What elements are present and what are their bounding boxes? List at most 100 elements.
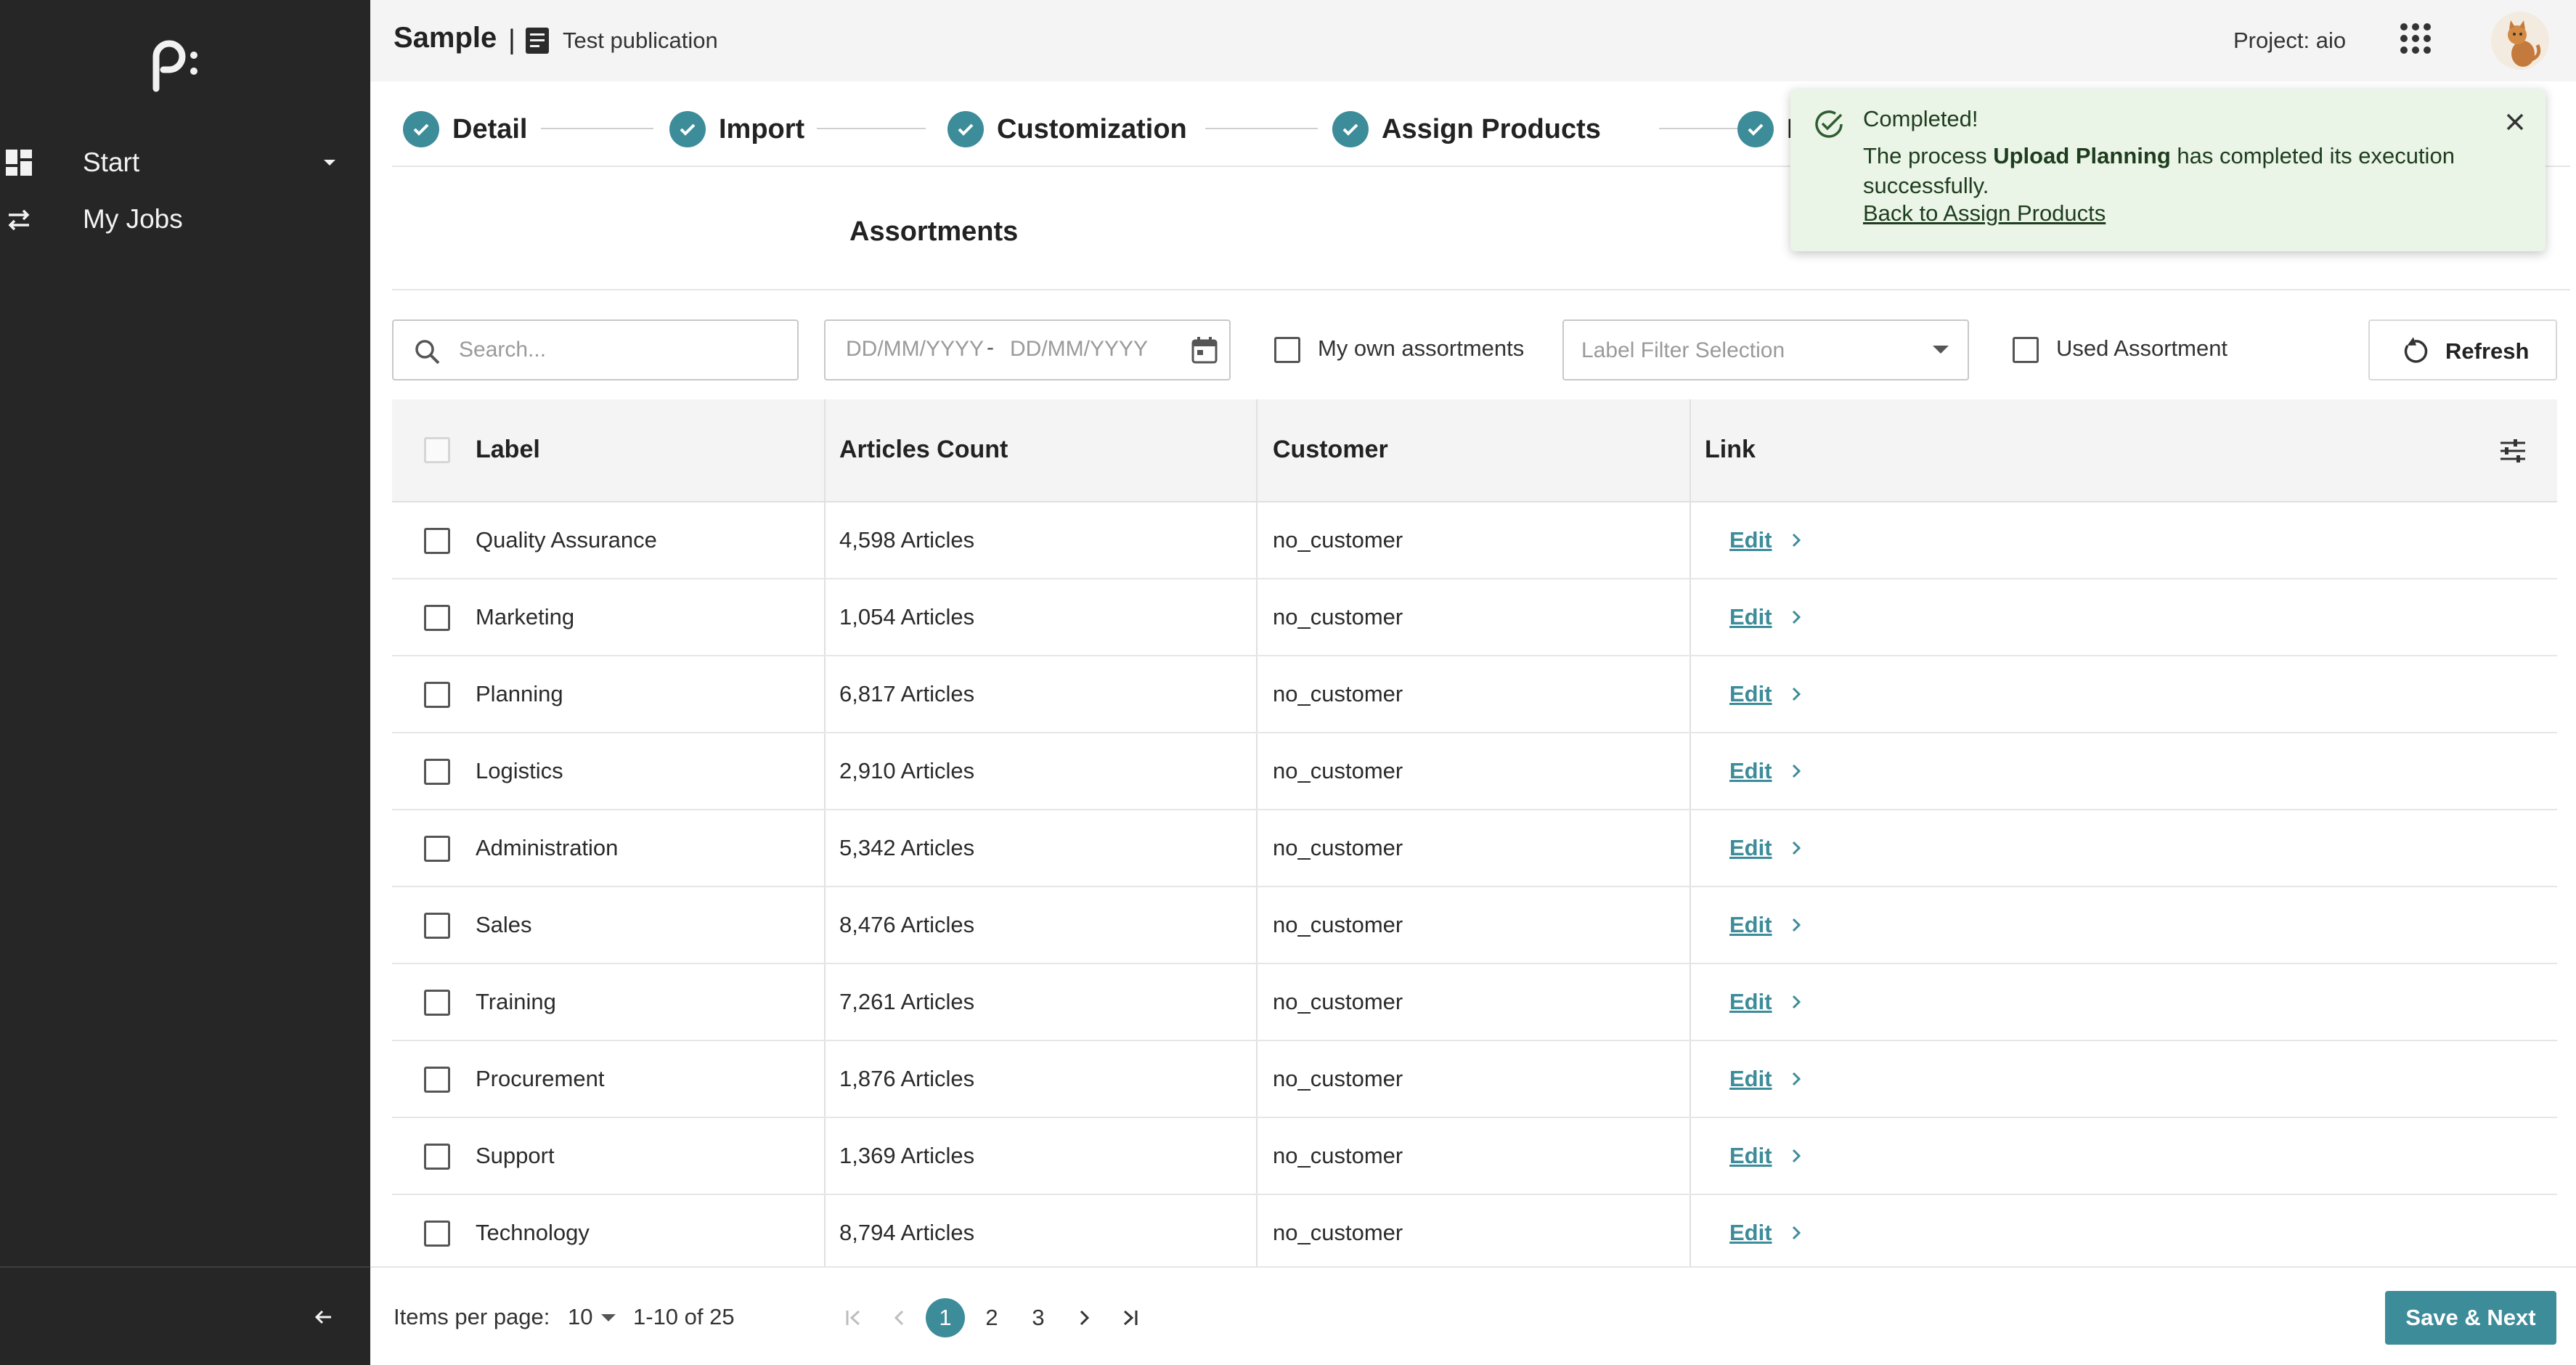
column-header-label[interactable]: Label	[476, 436, 540, 464]
chevron-right-icon[interactable]	[1786, 915, 1806, 935]
chevron-right-icon[interactable]	[1786, 530, 1806, 550]
step-customization[interactable]: Customization	[947, 107, 1187, 151]
date-start-placeholder[interactable]: DD/MM/YYYY	[846, 337, 984, 362]
edit-link[interactable]: Edit	[1729, 835, 1772, 861]
items-per-page-label: Items per page:	[394, 1304, 550, 1329]
cell-articles-count: 1,054 Articles	[839, 604, 975, 629]
page-1-button[interactable]: 1	[926, 1298, 965, 1337]
table-row: Training 7,261 Articles no_customer Edit	[392, 964, 2557, 1041]
caret-down-icon	[324, 160, 335, 166]
table-row: Technology 8,794 Articles no_customer Ed…	[392, 1195, 2557, 1272]
row-checkbox[interactable]	[424, 682, 450, 708]
top-header: Sample | Test publication Project: aio	[370, 0, 2576, 81]
date-end-placeholder[interactable]: DD/MM/YYYY	[1010, 337, 1148, 362]
nav-label-my-jobs: My Jobs	[83, 204, 183, 234]
edit-link[interactable]: Edit	[1729, 527, 1772, 553]
last-page-button[interactable]	[1112, 1300, 1149, 1336]
step-next[interactable]: I	[1737, 107, 1795, 151]
row-checkbox[interactable]	[424, 913, 450, 939]
row-checkbox[interactable]	[424, 605, 450, 631]
cell-articles-count: 1,876 Articles	[839, 1066, 975, 1091]
chevron-left-icon	[894, 1310, 904, 1326]
step-assign-products[interactable]: Assign Products	[1332, 107, 1601, 151]
edit-link[interactable]: Edit	[1729, 1220, 1772, 1246]
avatar[interactable]	[2491, 12, 2549, 70]
chevron-right-icon[interactable]	[1786, 838, 1806, 858]
edit-link[interactable]: Edit	[1729, 758, 1772, 784]
first-page-icon	[846, 1310, 860, 1326]
date-range-field[interactable]: DD/MM/YYYY - DD/MM/YYYY	[824, 319, 1231, 380]
next-page-button[interactable]	[1066, 1300, 1102, 1336]
nav-item-my-jobs[interactable]: My Jobs	[0, 192, 370, 247]
used-assortment-checkbox[interactable]	[2013, 337, 2039, 363]
chevron-right-icon[interactable]	[1786, 1223, 1806, 1243]
nav-label-start: Start	[83, 147, 140, 177]
row-checkbox[interactable]	[424, 1067, 450, 1093]
step-import[interactable]: Import	[669, 107, 804, 151]
step-connector	[1205, 128, 1318, 129]
edit-link[interactable]: Edit	[1729, 912, 1772, 938]
step-detail[interactable]: Detail	[403, 107, 527, 151]
success-toast: Completed! The process Upload Planning h…	[1790, 89, 2546, 251]
apps-grid-icon[interactable]	[2399, 22, 2432, 55]
edit-link[interactable]: Edit	[1729, 1143, 1772, 1169]
refresh-button[interactable]: Refresh	[2368, 319, 2557, 380]
dropdown-arrow-icon	[601, 1314, 616, 1321]
back-to-assign-products-link[interactable]: Back to Assign Products	[1863, 200, 2106, 227]
chevron-right-icon[interactable]	[1786, 607, 1806, 627]
cell-articles-count: 7,261 Articles	[839, 989, 975, 1014]
chevron-right-icon[interactable]	[1786, 1146, 1806, 1166]
row-checkbox[interactable]	[424, 990, 450, 1016]
column-header-link[interactable]: Link	[1705, 436, 1756, 464]
items-per-page-select[interactable]: 10	[568, 1301, 621, 1333]
edit-link[interactable]: Edit	[1729, 989, 1772, 1015]
refresh-icon	[2404, 337, 2428, 363]
column-header-articles-count[interactable]: Articles Count	[839, 436, 1008, 464]
check-icon	[669, 111, 706, 147]
nav-item-start[interactable]: Start	[0, 135, 370, 190]
edit-link[interactable]: Edit	[1729, 604, 1772, 630]
cell-customer: no_customer	[1273, 989, 1403, 1014]
table-row: Marketing 1,054 Articles no_customer Edi…	[392, 579, 2557, 656]
close-icon[interactable]	[2502, 109, 2528, 135]
select-all-checkbox[interactable]	[424, 437, 450, 463]
edit-link[interactable]: Edit	[1729, 681, 1772, 707]
cat-avatar-icon	[2508, 20, 2541, 67]
first-page-button[interactable]	[835, 1300, 871, 1336]
arrow-left-icon[interactable]	[312, 1305, 335, 1329]
column-header-customer[interactable]: Customer	[1273, 436, 1388, 464]
project-label: Project: aio	[2233, 28, 2347, 53]
page-2-button[interactable]: 2	[972, 1298, 1011, 1337]
sidebar: Start My Jobs	[0, 0, 370, 1365]
row-checkbox[interactable]	[424, 836, 450, 862]
chevron-right-icon[interactable]	[1786, 1069, 1806, 1089]
chevron-right-icon	[1080, 1310, 1090, 1326]
dropdown-arrow-icon	[1933, 346, 1949, 354]
search-field[interactable]	[392, 319, 799, 380]
column-settings-icon[interactable]	[2498, 436, 2528, 466]
cell-label: Logistics	[476, 758, 563, 783]
search-input[interactable]	[459, 334, 778, 366]
dashboard-icon	[6, 150, 32, 176]
edit-link[interactable]: Edit	[1729, 1066, 1772, 1092]
row-checkbox[interactable]	[424, 759, 450, 785]
save-next-button[interactable]: Save & Next	[2385, 1291, 2556, 1345]
cell-articles-count: 5,342 Articles	[839, 835, 975, 860]
chevron-right-icon[interactable]	[1786, 992, 1806, 1012]
page-3-button[interactable]: 3	[1019, 1298, 1058, 1337]
items-per-page-value: 10	[568, 1304, 593, 1329]
table-row: Planning 6,817 Articles no_customer Edit	[392, 656, 2557, 733]
chevron-right-icon[interactable]	[1786, 761, 1806, 781]
cell-label: Marketing	[476, 604, 575, 629]
table-row: Administration 5,342 Articles no_custome…	[392, 810, 2557, 887]
sidebar-footer	[0, 1266, 370, 1365]
refresh-label: Refresh	[2445, 338, 2530, 364]
row-checkbox[interactable]	[424, 1144, 450, 1170]
previous-page-button[interactable]	[881, 1300, 918, 1336]
row-checkbox[interactable]	[424, 528, 450, 554]
chevron-right-icon[interactable]	[1786, 684, 1806, 704]
calendar-icon[interactable]	[1189, 334, 1220, 366]
label-filter-select[interactable]: Label Filter Selection	[1562, 319, 1969, 380]
row-checkbox[interactable]	[424, 1221, 450, 1247]
my-own-assortments-checkbox[interactable]	[1274, 337, 1300, 363]
